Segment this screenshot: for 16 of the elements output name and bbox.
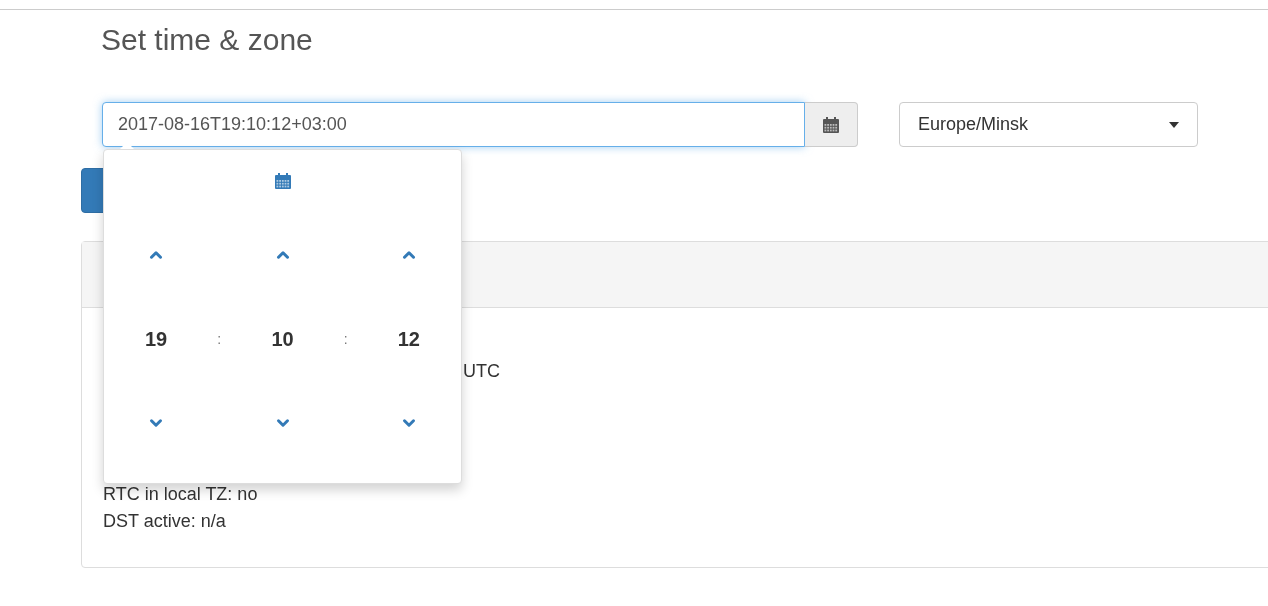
info-text: UTC bbox=[463, 361, 500, 381]
calendar-icon bbox=[822, 115, 840, 134]
time-value[interactable]: 12 bbox=[393, 323, 424, 355]
page-title: Set time & zone bbox=[101, 22, 314, 58]
calendar-button[interactable] bbox=[805, 102, 858, 147]
caret-icon bbox=[1169, 121, 1179, 128]
time-value[interactable]: 19 bbox=[141, 323, 172, 355]
info-text: DST active: n/a bbox=[103, 511, 226, 531]
time-separator: : bbox=[343, 331, 348, 347]
timezone-select[interactable]: Europe/Minsk bbox=[899, 102, 1198, 147]
datetime-field[interactable]: 2017-08-16T19:10:12+03:00 bbox=[102, 102, 805, 147]
info-text: RTC in local TZ: no bbox=[103, 484, 258, 504]
time-value[interactable]: 10 bbox=[267, 323, 298, 355]
calendar-toggle[interactable] bbox=[273, 172, 292, 190]
time-separator: : bbox=[217, 331, 222, 347]
calendar-icon bbox=[273, 172, 292, 190]
